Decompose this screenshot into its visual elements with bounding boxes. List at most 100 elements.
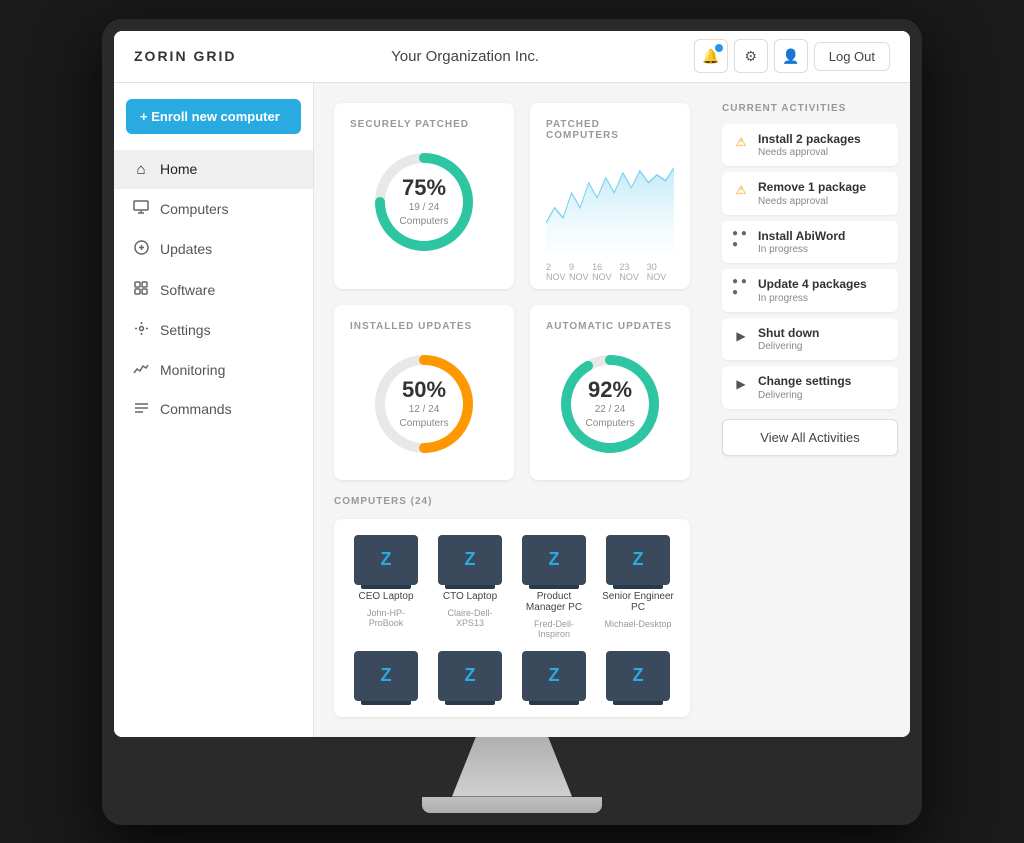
securely-patched-text: 75% 19 / 24 Computers [400,175,449,229]
patched-computers-label: PATCHED COMPUTERS [546,119,674,141]
deliver-icon-1: ▶ [732,375,750,393]
computer-user-0: John-HP-ProBook [350,608,422,628]
securely-patched-card: SECURELY PATCHED 75% 19 / 24 Computers [334,103,514,289]
activity-content-0: Install 2 packages Needs approval [758,132,861,159]
sidebar-item-monitoring-label: Monitoring [160,362,225,378]
automatic-updates-pct: 92% [586,377,635,403]
sidebar-item-commands[interactable]: Commands [114,390,313,429]
computer-item-2[interactable]: Z Product Manager PC Fred-Dell-Inspiron [518,535,590,639]
sidebar-item-computers[interactable]: Computers [114,189,313,229]
automatic-updates-text: 92% 22 / 24 Computers [586,377,635,431]
computer-icon-5: Z [438,651,502,701]
activity-status-3: In progress [758,293,867,304]
activity-content-4: Shut down Delivering [758,326,819,353]
monitor-base [422,797,602,813]
computer-name-2: Product Manager PC [518,591,590,613]
activity-item-0: ⚠ Install 2 packages Needs approval [722,124,898,167]
computer-item-6[interactable]: Z [518,651,590,701]
installed-updates-label: INSTALLED UPDATES [350,321,498,332]
automatic-updates-label: AUTOMATIC UPDATES [546,321,674,332]
computer-icon-0: Z [354,535,418,585]
app-body: + Enroll new computer ⌂ Home Computers [114,83,910,737]
computers-section-title: COMPUTERS (24) [334,496,690,507]
settings-nav-icon [132,321,150,340]
patched-computers-card: PATCHED COMPUTERS [530,103,690,289]
computer-item-4[interactable]: Z [350,651,422,701]
activity-item-5: ▶ Change settings Delivering [722,366,898,409]
activity-title-2: Install AbiWord [758,229,845,245]
sidebar-item-updates-label: Updates [160,241,212,257]
securely-patched-label: SECURELY PATCHED [350,119,498,130]
automatic-updates-chart: 92% 22 / 24 Computers [546,344,674,464]
activity-title-5: Change settings [758,374,851,390]
computer-name-3: Senior Engineer PC [602,591,674,613]
sidebar-item-monitoring[interactable]: Monitoring [114,351,313,390]
chart-label-1: 2 NOV [546,262,569,282]
activity-status-4: Delivering [758,341,819,352]
computer-item-0[interactable]: Z CEO Laptop John-HP-ProBook [350,535,422,639]
activity-item-3: ● ● ● Update 4 packages In progress [722,269,898,312]
installed-updates-chart: 50% 12 / 24 Computers [350,344,498,464]
securely-patched-sub: 19 / 24 [400,201,449,215]
installed-updates-card: INSTALLED UPDATES 50% 12 / 24 Computers [334,305,514,480]
chart-label-5: 30 NOV [647,262,674,282]
sidebar-item-settings-label: Settings [160,322,211,338]
activity-status-1: Needs approval [758,196,866,207]
notifications-button[interactable]: 🔔 [694,39,728,73]
installed-updates-sub: 12 / 24 [400,403,449,417]
chart-labels: 2 NOV 9 NOV 16 NOV 23 NOV 30 NOV [546,262,674,282]
computer-item-5[interactable]: Z [434,651,506,701]
computer-icon-1: Z [438,535,502,585]
view-all-button[interactable]: View All Activities [722,419,898,456]
monitor-stand [452,737,572,797]
activity-content-3: Update 4 packages In progress [758,277,867,304]
nav-menu: ⌂ Home Computers [114,150,313,429]
progress-icon-0: ● ● ● [732,230,750,248]
chart-label-2: 9 NOV [569,262,592,282]
progress-icon-1: ● ● ● [732,278,750,296]
installed-updates-sub2: Computers [400,417,449,431]
automatic-updates-sub: 22 / 24 [586,403,635,417]
software-icon [132,281,150,299]
enroll-button[interactable]: + Enroll new computer [126,99,301,134]
sidebar-item-settings[interactable]: Settings [114,310,313,351]
sidebar-item-commands-label: Commands [160,401,232,417]
computer-name-1: CTO Laptop [443,591,497,602]
org-title: Your Organization Inc. [391,48,539,65]
computer-user-3: Michael-Desktop [604,619,671,629]
computer-icon-7: Z [606,651,670,701]
sidebar-item-home[interactable]: ⌂ Home [114,150,313,189]
activity-content-5: Change settings Delivering [758,374,851,401]
stats-row-2: INSTALLED UPDATES 50% 12 / 24 Computers [334,305,690,480]
activity-title-3: Update 4 packages [758,277,867,293]
warning-icon-0: ⚠ [732,133,750,151]
sidebar-item-software[interactable]: Software [114,270,313,310]
computers-section: COMPUTERS (24) Z CEO Laptop John-HP-ProB… [334,496,690,717]
sidebar-item-updates[interactable]: Updates [114,229,313,270]
header: ZORIN GRID Your Organization Inc. 🔔 ⚙ 👤 … [114,31,910,83]
settings-button[interactable]: ⚙ [734,39,768,73]
main-content: SECURELY PATCHED 75% 19 / 24 Computers [314,83,710,737]
commands-icon [132,401,150,418]
computer-icon-4: Z [354,651,418,701]
activity-content-2: Install AbiWord In progress [758,229,845,256]
activity-status-0: Needs approval [758,147,861,158]
computer-item-1[interactable]: Z CTO Laptop Claire-Dell-XPS13 [434,535,506,639]
securely-patched-chart: 75% 19 / 24 Computers [350,142,498,262]
activity-item-2: ● ● ● Install AbiWord In progress [722,221,898,264]
computer-item-7[interactable]: Z [602,651,674,701]
activity-title-0: Install 2 packages [758,132,861,148]
sidebar-item-home-label: Home [160,161,197,177]
sidebar-item-software-label: Software [160,282,215,298]
profile-button[interactable]: 👤 [774,39,808,73]
computer-user-1: Claire-Dell-XPS13 [434,608,506,628]
notification-badge [715,44,723,52]
activity-item-1: ⚠ Remove 1 package Needs approval [722,172,898,215]
header-actions: 🔔 ⚙ 👤 Log Out [694,39,890,73]
automatic-updates-card: AUTOMATIC UPDATES 92% 22 / 24 Computers [530,305,690,480]
installed-updates-text: 50% 12 / 24 Computers [400,377,449,431]
logout-button[interactable]: Log Out [814,42,890,71]
home-icon: ⌂ [132,161,150,178]
chart-label-4: 23 NOV [619,262,646,282]
computer-item-3[interactable]: Z Senior Engineer PC Michael-Desktop [602,535,674,639]
